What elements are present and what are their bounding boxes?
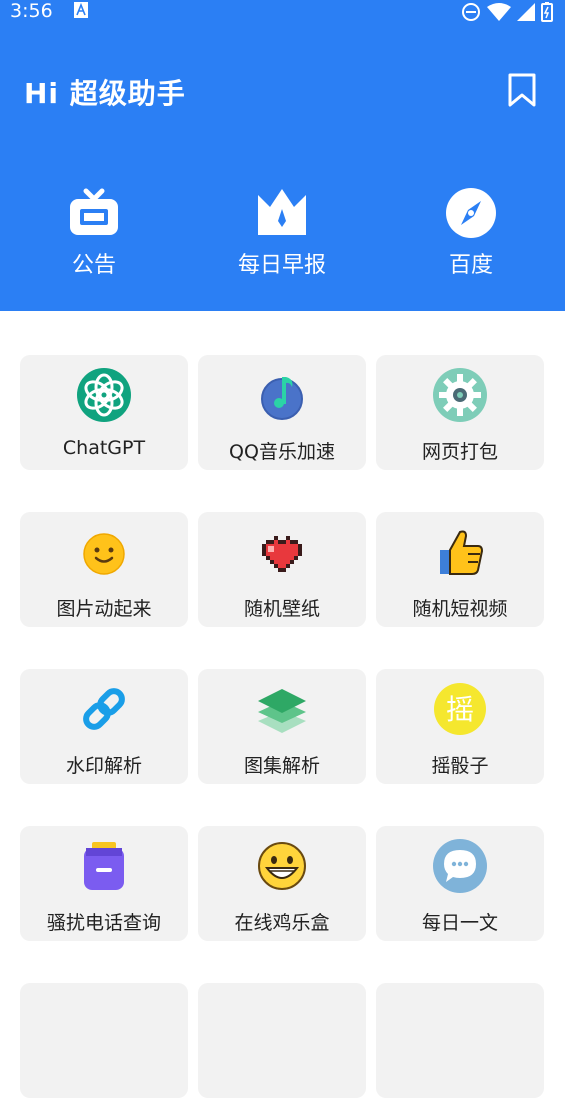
- grin-face-icon: [258, 842, 306, 890]
- shortcut-label: 百度: [448, 253, 493, 278]
- wifi-icon: [487, 3, 511, 21]
- status-time: 3:56: [10, 0, 53, 22]
- chatgpt-icon: [77, 368, 131, 422]
- tool-card-album[interactable]: 图集解析: [198, 669, 366, 784]
- shortcut-label: 公告: [71, 253, 116, 278]
- tool-card-daily-article[interactable]: 每日一文: [376, 826, 544, 941]
- tool-card-partial[interactable]: [198, 983, 366, 1098]
- tool-card-partial[interactable]: [20, 983, 188, 1098]
- shortcut-baidu[interactable]: 百度: [406, 185, 536, 285]
- link-icon: [83, 688, 125, 730]
- tool-label: 图片动起来: [56, 598, 152, 620]
- tool-label: ChatGPT: [62, 437, 146, 459]
- smiley-icon: [83, 533, 125, 575]
- tool-label: 随机短视频: [412, 598, 508, 620]
- announcement-icon: [70, 188, 118, 235]
- tool-card-qq-music[interactable]: QQ音乐加速: [198, 355, 366, 470]
- thumbs-up-icon: [440, 530, 484, 575]
- tool-label: 随机壁纸: [243, 598, 320, 620]
- tool-card-random-wallpaper[interactable]: 随机壁纸: [198, 512, 366, 627]
- signal-icon: [517, 3, 535, 21]
- svg-text:摇: 摇: [446, 693, 474, 726]
- shortcut-announcement[interactable]: 公告: [29, 185, 159, 285]
- heart-icon: [262, 536, 302, 572]
- tool-card-web-pack[interactable]: 网页打包: [376, 355, 544, 470]
- tool-card-random-video[interactable]: 随机短视频: [376, 512, 544, 627]
- crown-icon: [258, 189, 306, 235]
- tool-label: 网页打包: [421, 441, 498, 463]
- status-bar: 3:56: [0, 0, 565, 24]
- layers-icon: [258, 689, 306, 733]
- shortcut-label: 每日早报: [237, 253, 326, 278]
- tool-card-spam-call[interactable]: 骚扰电话查询: [20, 826, 188, 941]
- archive-box-icon: [84, 842, 124, 890]
- tool-label: QQ音乐加速: [229, 441, 335, 463]
- app-header: 3:56 Hi 超级助手 公告 每日早报 百度: [0, 0, 565, 311]
- notification-a-icon: [74, 2, 88, 18]
- page-title: Hi 超级助手: [24, 77, 186, 110]
- tool-card-dice[interactable]: 摇 摇骰子: [376, 669, 544, 784]
- tool-card-animate-photo[interactable]: 图片动起来: [20, 512, 188, 627]
- bookmark-icon[interactable]: [507, 73, 537, 107]
- battery-icon: [541, 2, 553, 22]
- tool-label: 图集解析: [243, 755, 320, 777]
- tool-label: 在线鸡乐盒: [234, 912, 330, 934]
- tool-card-partial[interactable]: [376, 983, 544, 1098]
- tool-label: 每日一文: [421, 912, 498, 934]
- tool-card-chicken-box[interactable]: 在线鸡乐盒: [198, 826, 366, 941]
- chat-bubble-icon: [433, 839, 487, 893]
- shortcut-daily-news[interactable]: 每日早报: [217, 185, 347, 285]
- gear-icon: [433, 368, 487, 422]
- compass-icon: [446, 188, 496, 238]
- tool-card-watermark[interactable]: 水印解析: [20, 669, 188, 784]
- shake-icon: 摇: [434, 683, 486, 735]
- tool-card-chatgpt[interactable]: ChatGPT: [20, 355, 188, 470]
- music-note-icon: [261, 377, 303, 420]
- do-not-disturb-icon: [462, 3, 480, 21]
- tool-label: 水印解析: [65, 755, 142, 777]
- tool-label: 骚扰电话查询: [46, 912, 161, 934]
- tool-label: 摇骰子: [431, 755, 489, 777]
